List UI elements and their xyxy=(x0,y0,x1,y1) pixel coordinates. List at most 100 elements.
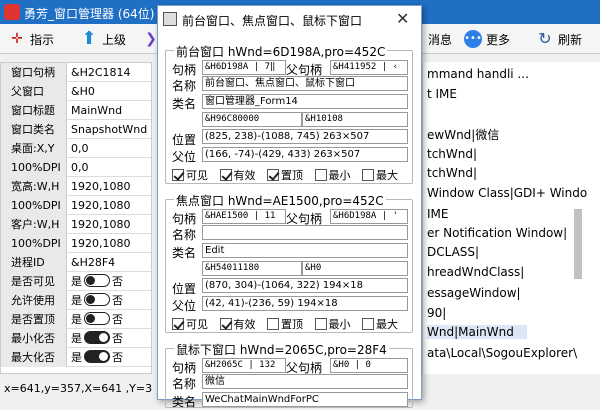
style-field[interactable]: &H54011180 xyxy=(202,261,302,276)
position-field[interactable]: (825, 238)-(1088, 745) 263×507 xyxy=(202,129,408,144)
list-scrollbar[interactable] xyxy=(572,64,584,364)
property-row[interactable]: 窗口类名 SnapshotWnd xyxy=(1,120,151,139)
parent-handle-field[interactable]: &H411952 | ‹ xyxy=(330,60,408,75)
list-item[interactable]: essageWindow| xyxy=(427,286,521,300)
property-row[interactable]: 100%DPI 1920,1080 xyxy=(1,196,151,215)
list-item[interactable]: er Notification Window| xyxy=(427,226,567,240)
property-key: 窗口类名 xyxy=(1,120,67,139)
maximized-checkbox[interactable]: 最大 xyxy=(362,316,398,332)
parent-handle-field[interactable]: &H0 | 0 xyxy=(330,358,408,373)
more-button[interactable]: ••• 更多 xyxy=(464,28,510,50)
maximized-checkbox[interactable]: 最大 xyxy=(362,167,398,183)
enabled-toggle[interactable] xyxy=(84,293,110,306)
handle-field[interactable]: &H6D198A | 7‖ xyxy=(202,60,286,75)
class-label: 类名 xyxy=(172,395,197,409)
list-item[interactable]: 90| xyxy=(427,306,446,320)
property-key: 宽高:W,H xyxy=(1,177,67,196)
list-item[interactable]: tchWnd| xyxy=(427,166,477,180)
list-item[interactable]: ewWnd|微信 xyxy=(427,126,499,143)
list-item[interactable]: ata\Local\SogouExplorer\ xyxy=(427,346,577,360)
refresh-icon: ↻ xyxy=(538,29,552,48)
enabled-checkbox[interactable]: 有效 xyxy=(219,167,256,183)
topmost-checkbox[interactable]: 置顶 xyxy=(267,316,303,332)
switch-key: 最小化否 xyxy=(1,329,67,348)
exstyle-field[interactable]: &H0 xyxy=(302,261,408,276)
checkbox-box xyxy=(362,318,374,330)
checkbox-box xyxy=(172,169,184,181)
topmost-toggle[interactable] xyxy=(84,312,110,325)
visible-toggle[interactable] xyxy=(84,274,110,287)
yes-label: 是 xyxy=(71,313,82,326)
exstyle-field[interactable]: &H10108 xyxy=(302,112,408,127)
maximized-toggle[interactable] xyxy=(84,350,110,363)
focus-window-group: 焦点窗口 hWnd=AE1500,pro=452C 句柄 &HAE1500 | … xyxy=(165,192,413,333)
refresh-label: 刷新 xyxy=(558,32,583,47)
close-icon[interactable]: ✕ xyxy=(396,9,409,28)
switch-row: 是否置顶是否 xyxy=(1,310,151,329)
property-row[interactable]: 窗口句柄 &H2C1814 xyxy=(1,63,151,82)
list-item[interactable]: tchWnd| xyxy=(427,147,477,161)
messages-button[interactable]: 消息 xyxy=(428,28,452,50)
visible-checkbox[interactable]: 可见 xyxy=(172,316,208,332)
property-row[interactable]: 进程ID &H28F4 xyxy=(1,253,151,272)
yes-label: 是 xyxy=(71,332,82,345)
checkbox-label: 置顶 xyxy=(281,318,303,331)
list-item[interactable]: Window Class|GDI+ Windo xyxy=(427,186,587,200)
checkbox-label: 可见 xyxy=(186,169,208,182)
checkbox-label: 置顶 xyxy=(281,169,303,182)
switch-value: 是否 xyxy=(71,329,123,348)
window-name-field[interactable] xyxy=(202,225,408,240)
no-label: 否 xyxy=(112,351,123,364)
handle-field[interactable]: &HAE1500 | 11 xyxy=(202,209,286,224)
list-item-selected[interactable]: Wnd|MainWnd xyxy=(427,325,527,339)
style-field[interactable]: &H96C80000 xyxy=(202,112,302,127)
pointer-button[interactable]: ✛ 指示 xyxy=(8,28,54,50)
property-value: 0,0 xyxy=(71,161,89,174)
minimized-checkbox[interactable]: 最小 xyxy=(314,316,351,332)
property-value: &H0 xyxy=(71,85,95,98)
property-row[interactable]: 桌面:X,Y 0,0 xyxy=(1,139,151,158)
minimized-checkbox[interactable]: 最小 xyxy=(314,167,351,183)
window-name-field[interactable]: 前台窗口、焦点窗口、鼠标下窗口 xyxy=(202,76,408,91)
class-name-field[interactable]: 窗口管理器_Form14 xyxy=(202,94,408,109)
property-key: 窗口句柄 xyxy=(1,63,67,82)
property-row[interactable]: 100%DPI 0,0 xyxy=(1,158,151,177)
property-row[interactable]: 100%DPI 1920,1080 xyxy=(1,234,151,253)
switch-key: 是否置顶 xyxy=(1,310,67,329)
yes-label: 是 xyxy=(71,275,82,288)
window-name-field[interactable]: 微信 xyxy=(202,374,408,389)
popup-titlebar[interactable]: 前台窗口、焦点窗口、鼠标下窗口 ✕ xyxy=(158,6,421,32)
visible-checkbox[interactable]: 可见 xyxy=(172,167,208,183)
property-key: 100%DPI xyxy=(1,196,67,215)
enabled-checkbox[interactable]: 有效 xyxy=(219,316,256,332)
position-field[interactable]: (870, 304)-(1064, 322) 194×18 xyxy=(202,278,408,293)
property-key: 桌面:X,Y xyxy=(1,139,67,158)
up-level-button[interactable]: ⬆ 上级 xyxy=(80,28,126,50)
parent-position-field[interactable]: (42, 41)-(236, 59) 194×18 xyxy=(202,296,408,311)
handle-field[interactable]: &H2065C | 132 xyxy=(202,358,286,373)
mouse-window-group: 鼠标下窗口 hWnd=2065C,pro=28F4 句柄 &H2065C | 1… xyxy=(165,341,413,409)
property-row[interactable]: 宽高:W,H 1920,1080 xyxy=(1,177,151,196)
list-item[interactable]: IME xyxy=(427,207,448,221)
list-item[interactable]: t IME xyxy=(427,87,457,101)
refresh-button[interactable]: ↻ 刷新 xyxy=(536,28,582,50)
property-row[interactable]: 窗口标题 MainWnd xyxy=(1,101,151,120)
class-label: 类名 xyxy=(172,246,197,260)
property-row[interactable]: 客户:W,H 1920,1080 xyxy=(1,215,151,234)
checkbox-box xyxy=(267,318,279,330)
topmost-checkbox[interactable]: 置顶 xyxy=(267,167,303,183)
property-row[interactable]: 父窗口 &H0 xyxy=(1,82,151,101)
list-item[interactable]: DCLASS| xyxy=(427,245,479,259)
scrollbar-thumb[interactable] xyxy=(574,209,582,279)
parent-position-field[interactable]: (166, -74)-(429, 433) 263×507 xyxy=(202,147,408,162)
checkbox-label: 最小 xyxy=(328,318,351,331)
list-item[interactable]: hreadWndClass| xyxy=(427,265,524,279)
app-icon xyxy=(4,4,20,20)
parent-handle-field[interactable]: &H6D198A | ' xyxy=(330,209,408,224)
class-name-field[interactable]: Edit xyxy=(202,243,408,258)
minimized-toggle[interactable] xyxy=(84,331,110,344)
yes-label: 是 xyxy=(71,351,82,364)
list-item[interactable]: mmand handli ... xyxy=(427,67,529,81)
switch-row: 最大化否是否 xyxy=(1,348,151,367)
class-label: 类名 xyxy=(172,97,197,111)
